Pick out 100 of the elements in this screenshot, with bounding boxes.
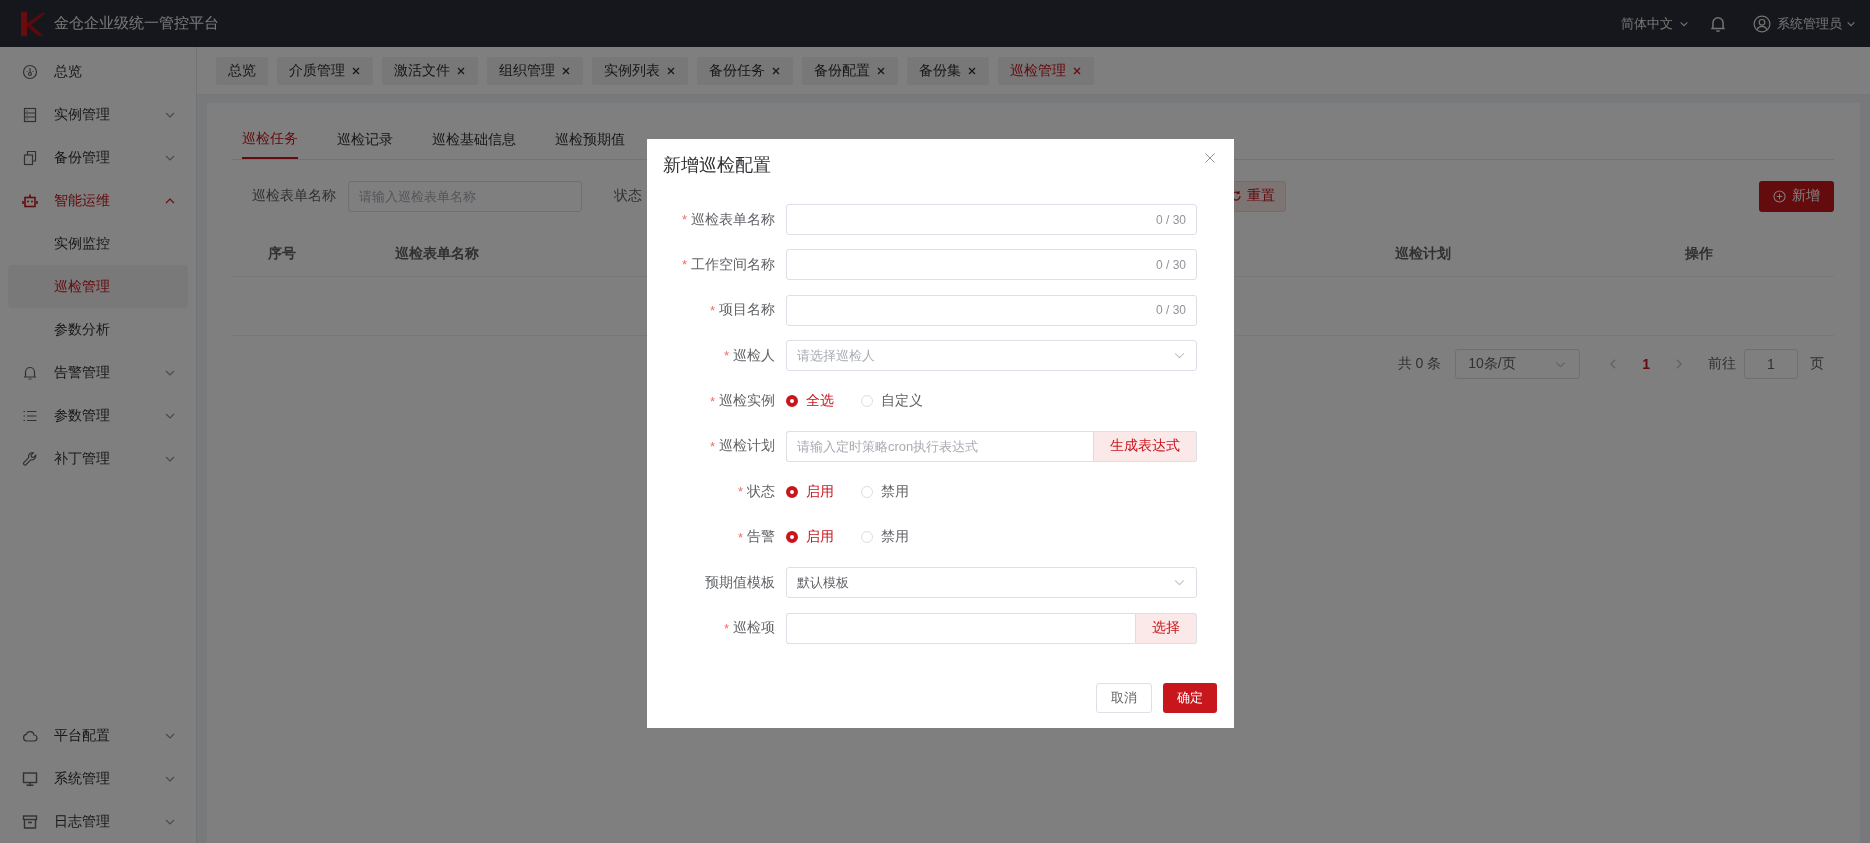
sub-tab[interactable]: 巡检记录 — [337, 121, 393, 159]
input-field[interactable] — [786, 612, 1135, 644]
character-counter: 0 / 30 — [1155, 257, 1186, 272]
sidebar-subitem[interactable]: 参数分析 — [8, 308, 188, 351]
text-field[interactable]: 0 / 30 — [786, 294, 1197, 326]
page-tab[interactable]: 备份任务 — [697, 56, 793, 85]
radio-label: 全选 — [806, 392, 834, 411]
required-mark: * — [709, 302, 715, 318]
sidebar-subitem[interactable]: 巡检管理 — [8, 265, 188, 308]
monitor-icon — [22, 770, 38, 787]
page-tab[interactable]: 激活文件 — [382, 56, 478, 85]
sidebar-item[interactable]: 告警管理 — [0, 351, 196, 394]
page-tab[interactable]: 总览 — [216, 56, 268, 85]
input-field[interactable]: 请输入定时策略cron执行表达式 — [786, 430, 1093, 462]
dashboard-icon — [22, 63, 38, 80]
radio-button[interactable]: 禁用 — [861, 482, 909, 501]
close-icon[interactable] — [967, 65, 977, 76]
select-field[interactable]: 请选择巡检人 — [786, 340, 1197, 372]
select-placeholder: 请选择巡检人 — [797, 346, 875, 365]
sidebar-item[interactable]: 总览 — [0, 50, 196, 93]
character-counter: 0 / 30 — [1155, 212, 1186, 227]
page-size-select[interactable]: 10条/页 — [1455, 349, 1581, 379]
user-menu[interactable]: 系统管理员 — [1753, 14, 1856, 33]
sidebar-item[interactable]: 实例管理 — [0, 93, 196, 136]
page-tab[interactable]: 实例列表 — [592, 56, 688, 85]
close-icon[interactable] — [1204, 152, 1216, 164]
close-icon[interactable] — [456, 65, 466, 76]
select-field[interactable]: 默认模板 — [786, 567, 1197, 599]
required-mark: * — [681, 257, 687, 273]
character-counter: 0 / 30 — [1155, 303, 1186, 318]
page-tab[interactable]: 组织管理 — [487, 56, 583, 85]
radio-button[interactable]: 启用 — [786, 482, 834, 501]
field-label: 状态 — [747, 482, 775, 501]
close-icon[interactable] — [666, 65, 676, 76]
page-tab[interactable]: 备份集 — [907, 56, 989, 85]
sidebar-item[interactable]: 参数管理 — [0, 394, 196, 437]
append-button[interactable]: 生成表达式 — [1093, 430, 1197, 462]
field-label: 巡检项 — [733, 619, 775, 637]
column-header: 巡检计划 — [1395, 245, 1451, 261]
logo-icon — [18, 9, 46, 38]
radio-label: 禁用 — [881, 528, 909, 547]
field-label: 预期值模板 — [705, 573, 775, 592]
radio-button[interactable]: 禁用 — [861, 528, 909, 547]
page-input[interactable]: 1 — [1744, 349, 1798, 379]
cancel-button[interactable]: 取消 — [1096, 683, 1152, 713]
page-tab[interactable]: 巡检管理 — [998, 56, 1094, 85]
column-header: 序号 — [268, 245, 296, 261]
field-label: 工作空间名称 — [691, 255, 775, 274]
language-selector[interactable]: 简体中文 — [1621, 14, 1689, 33]
field-label: 巡检实例 — [719, 392, 775, 411]
close-icon[interactable] — [771, 65, 781, 76]
sidebar-item[interactable]: 备份管理 — [0, 136, 196, 179]
field-label: 巡检计划 — [719, 437, 775, 456]
sidebar-subitem[interactable]: 实例监控 — [8, 222, 188, 265]
page-number[interactable]: 1 — [1642, 356, 1650, 372]
radio-label: 启用 — [806, 482, 834, 501]
radio-button[interactable]: 自定义 — [861, 392, 923, 411]
sidebar-item[interactable]: 补丁管理 — [0, 437, 196, 480]
sub-tab[interactable]: 巡检预期值 — [555, 121, 625, 159]
close-icon[interactable] — [561, 65, 571, 76]
radio-circle[interactable] — [786, 485, 798, 498]
required-mark: * — [709, 438, 715, 454]
page-tab[interactable]: 介质管理 — [277, 56, 373, 85]
column-header: 操作 — [1685, 245, 1713, 261]
sidebar-item[interactable]: 智能运维 — [0, 179, 196, 222]
bell-icon[interactable] — [1709, 14, 1727, 33]
sub-tab[interactable]: 巡检基础信息 — [432, 121, 516, 159]
page-tab[interactable]: 备份配置 — [802, 56, 898, 85]
add-button[interactable]: 新增 — [1759, 180, 1834, 212]
radio-button[interactable]: 全选 — [786, 392, 834, 411]
field-label: 项目名称 — [719, 301, 775, 320]
sidebar-item[interactable]: 系统管理 — [0, 757, 196, 800]
field-label: 巡检表单名称 — [691, 210, 775, 229]
column-header: 巡检表单名称 — [395, 245, 479, 261]
radio-label: 自定义 — [881, 392, 923, 411]
text-field[interactable]: 0 / 30 — [786, 249, 1197, 281]
app-title: 金仓企业级统一管控平台 — [54, 14, 219, 33]
close-icon[interactable] — [351, 65, 361, 76]
radio-button[interactable]: 启用 — [786, 528, 834, 547]
server-icon — [22, 106, 38, 123]
filter-label: 状态 — [614, 187, 642, 205]
sub-tab[interactable]: 巡检任务 — [242, 121, 298, 159]
required-mark: * — [681, 212, 687, 227]
field-label: 巡检人 — [733, 346, 775, 365]
bell-icon — [22, 364, 38, 381]
field-label: 告警 — [747, 528, 775, 547]
text-field[interactable]: 0 / 30 — [786, 204, 1197, 235]
radio-circle[interactable] — [786, 531, 798, 544]
sidebar-item[interactable]: 日志管理 — [0, 800, 196, 843]
total-count: 共 0 条 — [1397, 355, 1442, 373]
close-icon[interactable] — [876, 65, 886, 76]
append-button[interactable]: 选择 — [1135, 612, 1197, 644]
robot-icon — [22, 192, 38, 209]
confirm-button[interactable]: 确定 — [1163, 683, 1217, 713]
sidebar-item[interactable]: 平台配置 — [0, 714, 196, 757]
radio-circle[interactable] — [786, 395, 798, 408]
radio-label: 启用 — [806, 528, 834, 547]
user-icon — [1753, 14, 1771, 33]
close-icon[interactable] — [1072, 65, 1082, 76]
radio-label: 禁用 — [881, 482, 909, 501]
